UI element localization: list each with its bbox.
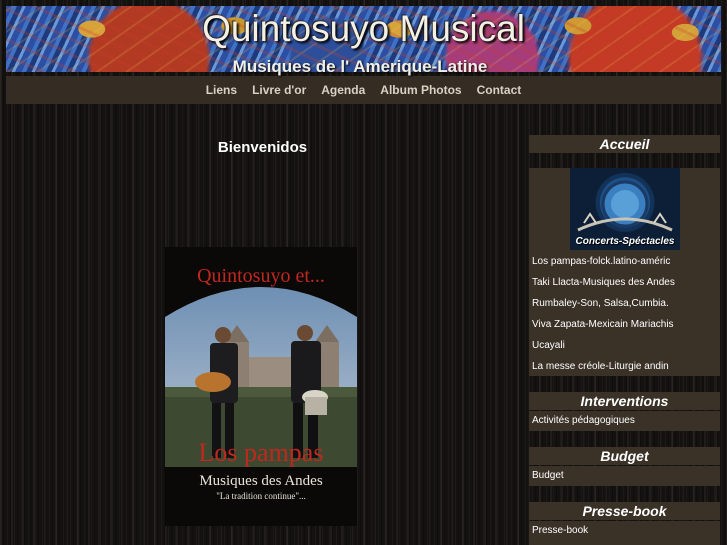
sidebar-box-presse-book: Presse-book xyxy=(529,521,720,545)
nav-link-album-photos[interactable]: Album Photos xyxy=(373,83,469,97)
sidebar-link-viva-zapata[interactable]: Viva Zapata-Mexicain Mariachis xyxy=(532,319,674,330)
poster-artwork: Quintosuyo et... Los pampas Musiques des… xyxy=(165,247,357,526)
concerts-image[interactable]: Concerts-Spéctacles xyxy=(570,168,680,250)
sidebar-box-accueil: Concerts-Spéctacles Los pampas-folck.lat… xyxy=(529,168,720,376)
concert-poster-image[interactable]: Quintosuyo et... Los pampas Musiques des… xyxy=(165,247,357,526)
welcome-heading: Bienvenidos xyxy=(217,139,308,156)
sidebar-link-messe-creole[interactable]: La messe créole-Liturgie andin xyxy=(532,361,669,372)
nav-link-livre-dor[interactable]: Livre d'or xyxy=(245,83,314,97)
sidebar-link-budget[interactable]: Budget xyxy=(532,470,564,481)
main-nav: Liens Livre d'or Agenda Album Photos Con… xyxy=(6,76,721,104)
sidebar-link-los-pampas[interactable]: Los pampas-folck.latino-améric xyxy=(532,256,670,267)
sidebar-heading-presse-book[interactable]: Presse-book xyxy=(529,502,720,520)
poster-top-text: Quintosuyo et... xyxy=(197,265,325,287)
sidebar-heading-budget[interactable]: Budget xyxy=(529,447,720,465)
nav-list: Liens Livre d'or Agenda Album Photos Con… xyxy=(6,76,721,104)
site-title: Quintosuyo Musical xyxy=(202,8,525,49)
sidebar-link-presse-book[interactable]: Presse-book xyxy=(532,525,588,536)
sidebar-box-interventions: Activités pédagogiques xyxy=(529,411,720,431)
sidebar-link-taki-llacta[interactable]: Taki Llacta-Musiques des Andes xyxy=(532,277,675,288)
sidebar-box-budget: Budget xyxy=(529,466,720,486)
nav-link-contact[interactable]: Contact xyxy=(469,83,529,97)
concerts-caption: Concerts-Spéctacles xyxy=(575,236,675,247)
sidebar-link-activites[interactable]: Activités pédagogiques xyxy=(532,415,635,426)
site-subtitle: Musiques de l' Amerique-Latine xyxy=(232,57,488,76)
nav-link-liens[interactable]: Liens xyxy=(198,83,244,97)
sidebar-heading-accueil[interactable]: Accueil xyxy=(529,135,720,153)
sidebar-heading-interventions[interactable]: Interventions Pédagogiques. xyxy=(529,392,720,427)
poster-quote: "La tradition continue"... xyxy=(216,491,306,501)
nav-link-agenda[interactable]: Agenda xyxy=(314,83,373,97)
poster-group-name: Los pampas xyxy=(199,438,324,467)
poster-tagline: Musiques des Andes xyxy=(199,473,322,489)
sidebar-link-rumbaley[interactable]: Rumbaley-Son, Salsa,Cumbia. xyxy=(532,298,669,309)
sidebar-link-ucayali[interactable]: Ucayali xyxy=(532,340,565,351)
